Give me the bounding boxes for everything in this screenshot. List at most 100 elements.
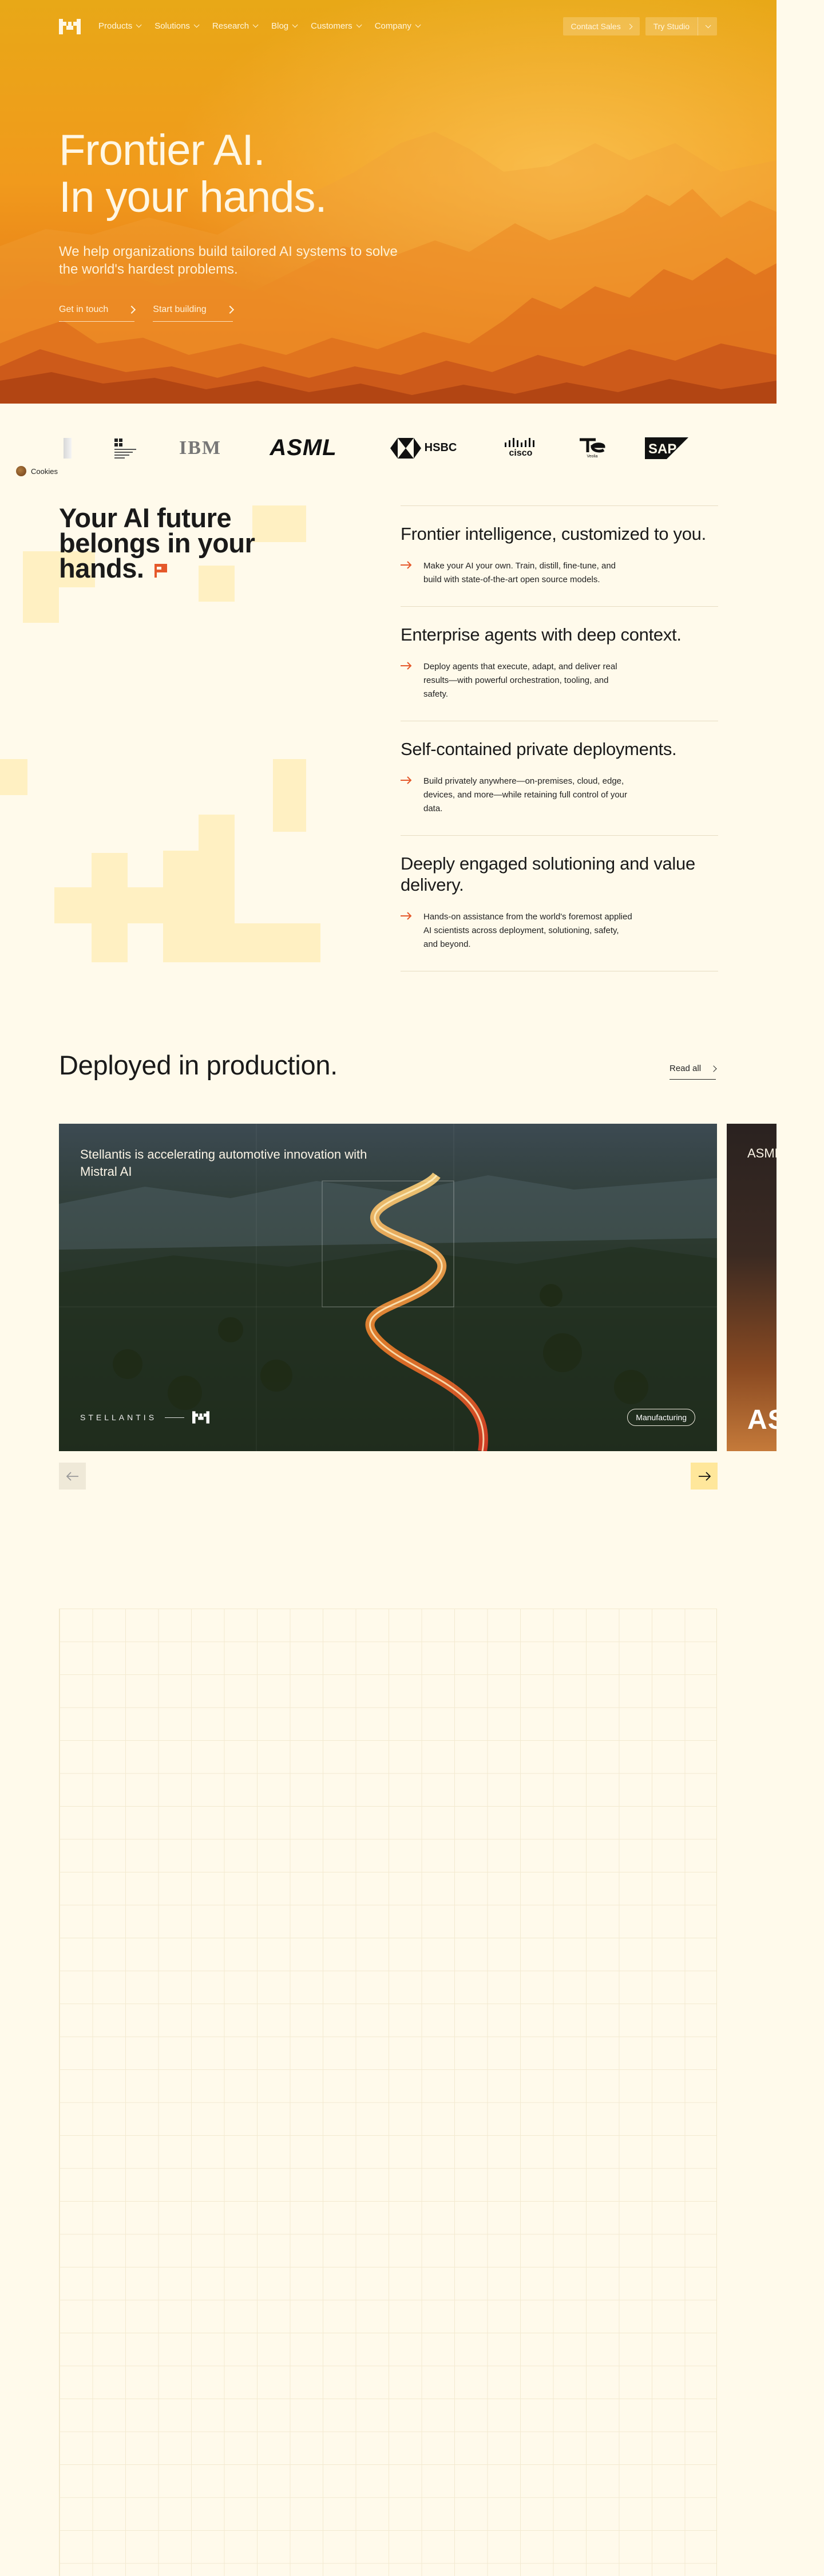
pixel-block <box>235 923 320 962</box>
pixel-block <box>92 923 128 962</box>
top-navigation: Products Solutions Research Blog Custome… <box>0 0 777 53</box>
sap-shape-icon: SAP <box>645 437 688 459</box>
cisco-bars-icon <box>505 437 534 447</box>
arrow-right-icon <box>401 561 412 569</box>
read-all-link[interactable]: Read all <box>670 1064 717 1080</box>
feature-body: Make your AI your own. Train, distill, f… <box>423 561 616 584</box>
pixel-block <box>92 853 128 887</box>
nav-customers[interactable]: Customers <box>311 21 362 31</box>
arrow-right-icon <box>698 1471 711 1481</box>
feature-body: Deploy agents that execute, adapt, and d… <box>423 662 617 699</box>
feature-list: Frontier intelligence, customized to you… <box>401 505 718 971</box>
cookies-label: Cookies <box>31 467 58 476</box>
hero-section: Products Solutions Research Blog Custome… <box>0 0 777 404</box>
sap-logo: SAP <box>641 426 692 469</box>
partial-logo-mark <box>64 437 72 459</box>
start-building-label: Start building <box>153 305 207 314</box>
arrow-left-icon <box>66 1471 78 1481</box>
hsbc-wordmark: HSBC <box>424 441 457 454</box>
te-mark-icon <box>580 438 605 453</box>
asml-brand-mark: ASML <box>747 1405 777 1435</box>
nav-solutions[interactable]: Solutions <box>154 21 200 31</box>
nav-blog[interactable]: Blog <box>271 21 298 31</box>
chevron-down-icon <box>356 22 362 28</box>
feature-item: Deeply engaged solutioning and value del… <box>401 835 718 971</box>
feature-body: Build privately anywhere—on-premises, cl… <box>423 776 628 813</box>
feature-item: Frontier intelligence, customized to you… <box>401 505 718 606</box>
pixel-block <box>54 887 235 923</box>
grid-background-section <box>59 1609 717 2576</box>
nav-actions: Contact Sales Try Studio <box>562 17 717 35</box>
feature-body: Hands-on assistance from the world's for… <box>423 912 632 949</box>
asml-logo: ASML <box>269 426 338 469</box>
veolia-logo: Veolia <box>572 426 612 469</box>
feature-item: Enterprise agents with deep context. Dep… <box>401 606 718 721</box>
contact-sales-button[interactable]: Contact Sales <box>562 17 640 35</box>
feature-title: Frontier intelligence, customized to you… <box>401 524 706 544</box>
future-title: Your AI future belongs in your hands. <box>59 504 288 582</box>
hero-title-line2: In your hands. <box>59 173 327 222</box>
read-all-label: Read all <box>670 1064 702 1073</box>
cookies-button[interactable]: Cookies <box>16 466 58 476</box>
feature-title: Deeply engaged solutioning and value del… <box>401 854 695 895</box>
case-study-brand: STELLANTIS <box>80 1411 210 1424</box>
arrow-right-icon <box>401 912 412 920</box>
pixel-block <box>0 759 27 795</box>
try-studio-button[interactable]: Try Studio <box>645 17 717 35</box>
hero-cta-group: Get in touch Start building <box>59 305 234 322</box>
chevron-down-icon <box>415 22 421 28</box>
mistral-logo[interactable] <box>59 19 81 34</box>
feature-title: Enterprise agents with deep context. <box>401 625 682 645</box>
chevron-right-icon <box>128 305 136 314</box>
deployed-title: Deployed in production. <box>59 1050 338 1080</box>
pixel-block <box>23 551 59 623</box>
chevron-down-icon <box>292 22 298 28</box>
nav-blog-label: Blog <box>271 21 289 31</box>
chevron-down-icon[interactable] <box>705 22 711 28</box>
hero-subtitle: We help organizations build tailored AI … <box>59 244 398 277</box>
chevron-down-icon <box>136 22 142 28</box>
case-study-card[interactable]: Stellantis is accelerating automotive in… <box>59 1124 717 1451</box>
hero-title-line1: Frontier AI. <box>59 126 266 175</box>
nav-research[interactable]: Research <box>212 21 259 31</box>
feature-row: Deploy agents that execute, adapt, and d… <box>401 660 718 701</box>
feature-row: Build privately anywhere—on-premises, cl… <box>401 775 718 816</box>
asml-wordmark: ASML <box>270 435 337 460</box>
nav-company[interactable]: Company <box>374 21 421 31</box>
chevron-right-icon <box>225 305 234 314</box>
carousel-next-button[interactable] <box>691 1463 718 1490</box>
chevron-right-icon <box>710 1065 717 1072</box>
hero-title: Frontier AI. In your hands. <box>59 127 327 221</box>
cisco-wordmark: cisco <box>509 448 533 458</box>
nav-customers-label: Customers <box>311 21 352 31</box>
divider <box>165 1417 185 1418</box>
pixel-block <box>163 851 235 887</box>
feature-row: Hands-on assistance from the world's for… <box>401 910 718 951</box>
arrow-right-icon <box>401 776 412 784</box>
stellantis-wordmark: STELLANTIS <box>80 1413 157 1422</box>
veolia-wordmark: Veolia <box>587 455 598 459</box>
feature-title: Self-contained private deployments. <box>401 739 677 759</box>
carousel-prev-button[interactable] <box>59 1463 86 1490</box>
start-building-link[interactable]: Start building <box>153 305 234 322</box>
ibm-logo: IBM <box>175 426 226 469</box>
feature-item: Self-contained private deployments. Buil… <box>401 721 718 835</box>
chevron-down-icon <box>193 22 200 28</box>
arrow-right-icon <box>401 662 412 670</box>
hsbc-hexagon-icon <box>390 437 421 459</box>
square-dots-logo-icon <box>114 438 136 459</box>
customer-logo-strip: IBM ASML HSBC cisco Veolia SAP <box>0 426 777 469</box>
partial-logo <box>59 426 76 469</box>
ibm-wordmark: IBM <box>179 437 221 459</box>
cookie-icon <box>16 466 26 476</box>
pixel-block <box>163 923 235 962</box>
nav-company-label: Company <box>374 21 411 31</box>
mistral-logo <box>192 1411 210 1424</box>
nav-products[interactable]: Products <box>98 21 142 31</box>
chevron-down-icon <box>252 22 259 28</box>
pixel-block <box>199 815 235 851</box>
case-study-card-next[interactable]: ASML ASML <box>727 1124 777 1451</box>
bnp-style-logo <box>109 426 143 469</box>
try-studio-label: Try Studio <box>653 22 690 31</box>
get-in-touch-link[interactable]: Get in touch <box>59 305 136 322</box>
